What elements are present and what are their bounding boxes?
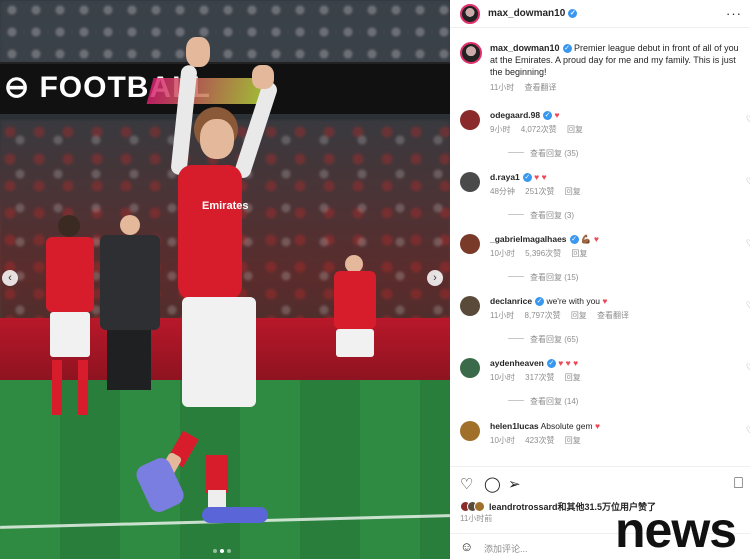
post-username[interactable]: max_dowman10 ✓ xyxy=(488,8,578,19)
caption-username[interactable]: max_dowman10 xyxy=(490,43,560,53)
view-replies[interactable]: 查看回复 (3) xyxy=(508,210,574,221)
heart-icon[interactable]: ♡ xyxy=(746,425,750,436)
comment-time: 10小时 xyxy=(490,373,515,382)
view-replies[interactable]: 查看回复 (15) xyxy=(508,272,578,283)
avatar[interactable] xyxy=(460,234,480,254)
comment-likes[interactable]: 317次赞 xyxy=(525,373,554,382)
translate-link[interactable]: 查看翻译 xyxy=(525,83,557,92)
post-side-panel: max_dowman10 ✓ ··· max_dowman10 ✓ Premier … xyxy=(450,0,750,559)
action-bar: ♡ ◯ ➢ ⎕ xyxy=(450,466,750,496)
carousel-dots xyxy=(213,549,231,553)
heart-icon[interactable]: ♡ xyxy=(746,114,750,125)
comment-icon[interactable]: ◯ xyxy=(484,475,501,493)
comment-likes[interactable]: 423次赞 xyxy=(525,436,554,445)
next-photo-button[interactable]: › xyxy=(427,270,443,286)
bookmark-icon[interactable]: ⎕ xyxy=(734,475,743,492)
comment-likes[interactable]: 4,072次赞 xyxy=(521,125,557,134)
comment-text: Absolute gem xyxy=(540,421,593,431)
liker-avatar xyxy=(474,501,485,512)
share-icon[interactable]: ➢ xyxy=(508,475,521,493)
verified-icon: ✓ xyxy=(569,235,579,244)
comment-time: 11小时 xyxy=(490,311,515,320)
comment-username[interactable]: odegaard.98 xyxy=(490,110,540,120)
reply-button[interactable]: 回复 xyxy=(571,249,587,258)
verified-icon: ✓ xyxy=(535,297,545,306)
caption-time: 11小时 xyxy=(490,83,515,92)
avatar[interactable] xyxy=(460,358,480,378)
view-replies[interactable]: 查看回复 (65) xyxy=(508,334,578,345)
background-player-left xyxy=(40,215,100,430)
carousel-dot xyxy=(227,549,231,553)
view-replies[interactable]: 查看回复 (35) xyxy=(508,148,578,159)
post-caption: max_dowman10 ✓ Premier league debut in fr… xyxy=(460,42,744,94)
avatar[interactable] xyxy=(460,172,480,192)
liker-username[interactable]: leandrotrossard xyxy=(489,502,558,512)
avatar[interactable] xyxy=(460,110,480,130)
verified-icon: ✓ xyxy=(562,44,572,53)
avatar[interactable] xyxy=(460,296,480,316)
comment-hearts: ♥ xyxy=(594,421,600,431)
main-player: Emirates xyxy=(133,35,290,525)
comment-likes[interactable]: 251次赞 xyxy=(525,187,554,196)
post-photo: ⊖ FOOTBALL Emirates ‹ › xyxy=(0,0,450,559)
reply-button[interactable]: 回复 xyxy=(565,187,581,196)
prev-photo-button[interactable]: ‹ xyxy=(2,270,18,286)
comment-hearts: ♥ xyxy=(602,296,608,306)
carousel-dot-active xyxy=(220,549,224,553)
reply-button[interactable]: 回复 xyxy=(565,373,581,382)
comment-input[interactable]: 添加评论... xyxy=(484,542,528,555)
avatar[interactable] xyxy=(460,42,482,64)
comment-text: 💪🏾 ♥ xyxy=(580,234,599,244)
comment-text: ♥ xyxy=(554,110,560,120)
reply-button[interactable]: 回复 xyxy=(571,311,587,320)
comment-username[interactable]: d.raya1 xyxy=(490,172,520,182)
comment-username[interactable]: helen1lucas xyxy=(490,421,539,431)
reply-button[interactable]: 回复 xyxy=(565,436,581,445)
post-time: 11小时前 xyxy=(460,514,493,523)
comment-text: ♥ ♥ ♥ xyxy=(558,358,579,368)
comment-username[interactable]: declanrice xyxy=(490,296,532,306)
comment-text: we're with you xyxy=(546,296,601,306)
comment-time: 48分钟 xyxy=(490,187,515,196)
carousel-dot xyxy=(213,549,217,553)
heart-icon[interactable]: ♡ xyxy=(746,300,750,311)
background-player-right xyxy=(330,255,380,395)
comment-likes[interactable]: 8,797次赞 xyxy=(525,311,561,320)
more-icon[interactable]: ··· xyxy=(726,6,742,21)
heart-icon[interactable]: ♡ xyxy=(746,238,750,249)
comment-text: ♥ ♥ xyxy=(534,172,547,182)
comment-time: 9小时 xyxy=(490,125,511,134)
avatar[interactable] xyxy=(460,421,480,441)
translate-link[interactable]: 查看翻译 xyxy=(597,311,629,320)
heart-icon[interactable]: ♡ xyxy=(746,176,750,187)
comment-time: 10小时 xyxy=(490,436,515,445)
post-header: max_dowman10 ✓ ··· xyxy=(450,0,750,28)
verified-icon: ✓ xyxy=(546,359,556,368)
comment-username[interactable]: _gabrielmagalhaes xyxy=(490,234,567,244)
comment-username[interactable]: aydenheaven xyxy=(490,358,544,368)
verified-icon: ✓ xyxy=(568,9,578,18)
avatar[interactable] xyxy=(460,3,480,24)
verified-icon: ✓ xyxy=(522,173,532,182)
reply-button[interactable]: 回复 xyxy=(567,125,583,134)
heart-icon[interactable]: ♡ xyxy=(460,475,473,493)
view-replies[interactable]: 查看回复 (14) xyxy=(508,396,578,407)
news-watermark: news xyxy=(615,502,737,558)
comment-time: 10小时 xyxy=(490,249,515,258)
heart-icon[interactable]: ♡ xyxy=(746,362,750,373)
emoji-icon[interactable]: ☺ xyxy=(460,539,473,554)
comment-likes[interactable]: 5,396次赞 xyxy=(525,249,561,258)
verified-icon: ✓ xyxy=(543,111,553,120)
